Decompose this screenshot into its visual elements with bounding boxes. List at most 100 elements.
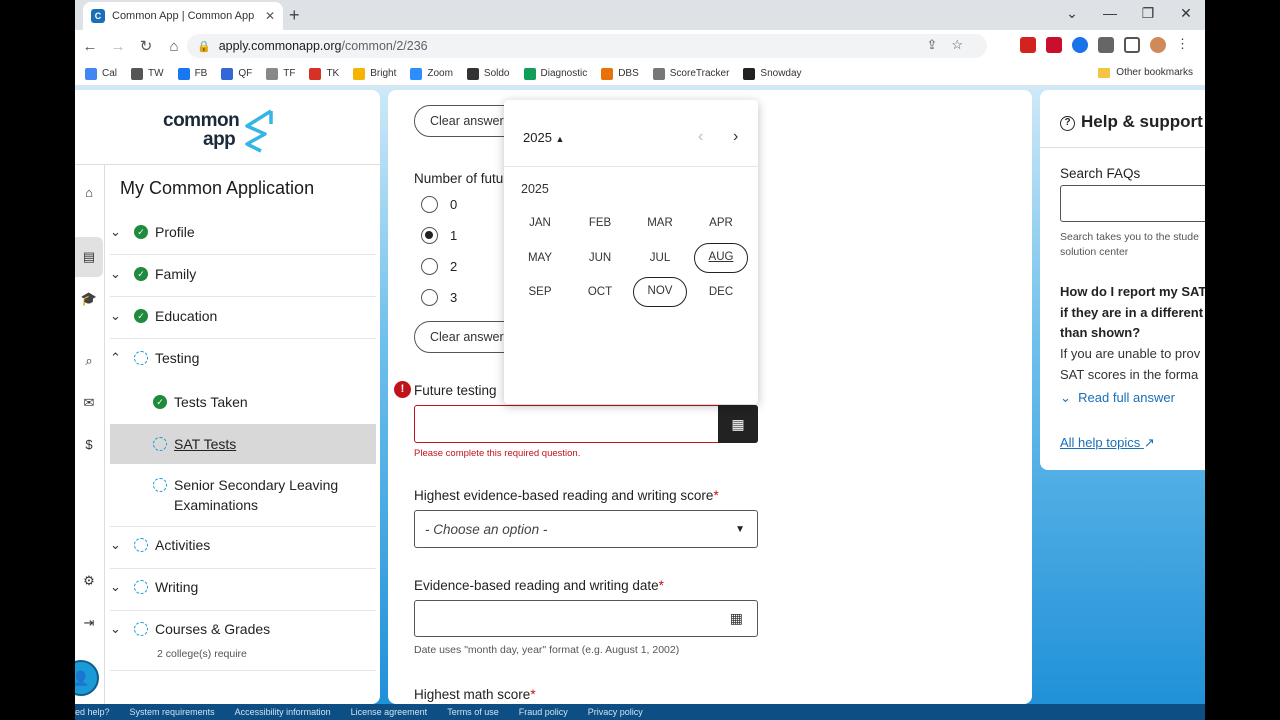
footer-link[interactable]: Terms of use <box>447 707 499 717</box>
bookmark-zoom[interactable]: Zoom <box>410 67 453 80</box>
college-search-cap-icon[interactable]: 🎓 <box>75 291 103 307</box>
footer-link[interactable]: Fraud policy <box>519 707 568 717</box>
sidebar-subitem-tests-taken[interactable]: ✓ Tests Taken <box>153 392 248 412</box>
month-apr[interactable]: APR <box>694 208 748 238</box>
sidebar-subitem-sat-tests[interactable]: SAT Tests <box>153 434 236 454</box>
close-window-icon[interactable]: ✕ <box>1167 0 1205 30</box>
month-jul[interactable]: JUL <box>633 243 687 273</box>
financial-aid-icon[interactable]: $ <box>75 437 103 452</box>
new-tab-icon[interactable]: + <box>289 5 300 26</box>
z-extension-icon[interactable] <box>1072 37 1088 53</box>
tab-search-chevron-icon[interactable]: ⌄ <box>1053 0 1091 30</box>
divider <box>504 166 758 167</box>
month-nov-hovered[interactable]: NOV <box>633 277 687 307</box>
home-icon[interactable]: ⌂ <box>161 38 187 55</box>
footer-link[interactable]: License agreement <box>351 707 428 717</box>
all-help-topics-link[interactable]: All help topics ↗ <box>1060 435 1155 451</box>
close-tab-icon[interactable]: ✕ <box>265 9 275 23</box>
read-full-answer-link[interactable]: ⌄ Read full answer <box>1060 390 1175 406</box>
search-icon[interactable]: ⌕ <box>75 353 103 369</box>
bookmark-diagnostic[interactable]: Diagnostic <box>523 67 587 80</box>
bookmark-snowday[interactable]: Snowday <box>743 67 802 80</box>
lock-icon[interactable]: 🔒 <box>197 40 211 53</box>
settings-gear-icon[interactable]: ⚙ <box>75 573 103 589</box>
radio-option-2[interactable]: 2 <box>421 258 457 275</box>
sidebar-subitem-ssle[interactable]: Senior Secondary Leaving Examinations <box>153 475 353 515</box>
ebrw-score-select[interactable]: - Choose an option - ▼ <box>414 510 758 548</box>
red-extension-icon[interactable] <box>1046 37 1062 53</box>
sidebar-item-activities[interactable]: ⌄ Activities <box>110 537 376 553</box>
all-help-topics-text: All help topics <box>1060 435 1141 450</box>
radio-circle-selected[interactable] <box>421 227 438 244</box>
sidebar-item-education[interactable]: ⌄ ✓ Education <box>110 308 376 324</box>
chevron-right-icon[interactable]: › <box>733 128 738 146</box>
minimize-icon[interactable]: — <box>1091 0 1129 30</box>
bookmark-fb[interactable]: FB <box>177 67 207 80</box>
browser-tab[interactable]: C Common App | Common App ✕ <box>83 2 283 30</box>
month-mar[interactable]: MAR <box>633 208 687 238</box>
sidebar-item-courses-grades[interactable]: ⌄ Courses & Grades <box>110 621 376 637</box>
sidebar-item-profile[interactable]: ⌄ ✓ Profile <box>110 224 376 240</box>
month-dec[interactable]: DEC <box>694 277 748 307</box>
sidebar-item-writing[interactable]: ⌄ Writing <box>110 579 376 595</box>
sidebar-item-label: Courses & Grades <box>155 621 271 637</box>
help-question-icon: ? <box>1060 116 1075 131</box>
sidepanel-icon[interactable] <box>1124 37 1140 53</box>
tab-title: Common App | Common App <box>112 10 255 22</box>
radio-option-1[interactable]: 1 <box>421 227 457 244</box>
pdf-extension-icon[interactable] <box>1020 37 1036 53</box>
puzzle-icon[interactable] <box>1098 37 1114 53</box>
bookmark-cal[interactable]: Cal <box>85 67 117 80</box>
bookmark-scoretracker[interactable]: ScoreTracker <box>652 67 729 80</box>
back-icon[interactable]: ← <box>77 38 103 55</box>
radio-circle[interactable] <box>421 196 438 213</box>
month-oct[interactable]: OCT <box>573 277 627 307</box>
radio-option-3[interactable]: 3 <box>421 289 457 306</box>
radio-circle[interactable] <box>421 289 438 306</box>
kebab-menu-icon[interactable]: ⋮ <box>1176 37 1189 53</box>
month-jun[interactable]: JUN <box>573 243 627 273</box>
chevron-down-icon: ⌄ <box>110 537 121 552</box>
month-jan[interactable]: JAN <box>513 208 567 238</box>
bookmark-tf[interactable]: TF <box>266 67 295 80</box>
other-bookmarks[interactable]: Other bookmarks <box>1098 67 1193 78</box>
application-document-icon[interactable]: ▤ <box>75 237 103 277</box>
divider <box>75 164 380 165</box>
incomplete-status-icon <box>134 538 148 552</box>
avatar[interactable] <box>1150 37 1166 53</box>
footer-link[interactable]: Accessibility information <box>235 707 331 717</box>
bookmark-tw[interactable]: TW <box>131 67 164 80</box>
radio-circle[interactable] <box>421 258 438 275</box>
faq-search-input[interactable] <box>1060 185 1205 222</box>
ebrw-date-input[interactable]: ▦ <box>414 600 758 637</box>
month-aug-selected[interactable]: AUG <box>694 243 748 273</box>
bookmark-bright[interactable]: Bright <box>353 67 396 80</box>
footer-link[interactable]: ed help? <box>75 707 110 717</box>
month-feb[interactable]: FEB <box>573 208 627 238</box>
bookmark-tk[interactable]: TK <box>309 67 339 80</box>
bookmark-qf[interactable]: QF <box>221 67 252 80</box>
calendar-icon[interactable]: ▦ <box>718 405 758 443</box>
month-sep[interactable]: SEP <box>513 277 567 307</box>
forward-icon[interactable]: → <box>105 38 131 55</box>
month-may[interactable]: MAY <box>513 243 567 273</box>
footer-link[interactable]: Privacy policy <box>588 707 643 717</box>
footer-link[interactable]: System requirements <box>130 707 215 717</box>
radio-option-0[interactable]: 0 <box>421 196 457 213</box>
future-testing-date-input[interactable]: ▦ <box>414 405 758 443</box>
messages-icon[interactable]: ✉ <box>75 395 103 411</box>
share-star-icons[interactable]: ⇪☆ <box>926 37 977 53</box>
bookmark-dbs[interactable]: DBS <box>601 67 639 80</box>
sidebar: common app ⌂ ▤ 🎓 ⌕ ✉ $ ⚙ ⇥ 👤 My Common A… <box>75 90 380 705</box>
calendar-icon[interactable]: ▦ <box>730 610 743 627</box>
year-select-button[interactable]: 2025 ▲ <box>523 130 564 145</box>
chevron-left-icon[interactable]: ‹ <box>698 128 703 146</box>
restore-icon[interactable]: ❐ <box>1129 0 1167 30</box>
sign-out-icon[interactable]: ⇥ <box>75 615 103 631</box>
reload-icon[interactable]: ↻ <box>133 37 159 55</box>
bookmark-soldo[interactable]: Soldo <box>466 67 510 80</box>
sidebar-item-family[interactable]: ⌄ ✓ Family <box>110 266 376 282</box>
dashboard-home-icon[interactable]: ⌂ <box>75 185 103 200</box>
url-bar[interactable]: 🔒 apply.commonapp.org/common/2/236 ⇪☆ <box>187 34 987 58</box>
sidebar-item-testing[interactable]: ⌃ Testing <box>110 350 376 366</box>
